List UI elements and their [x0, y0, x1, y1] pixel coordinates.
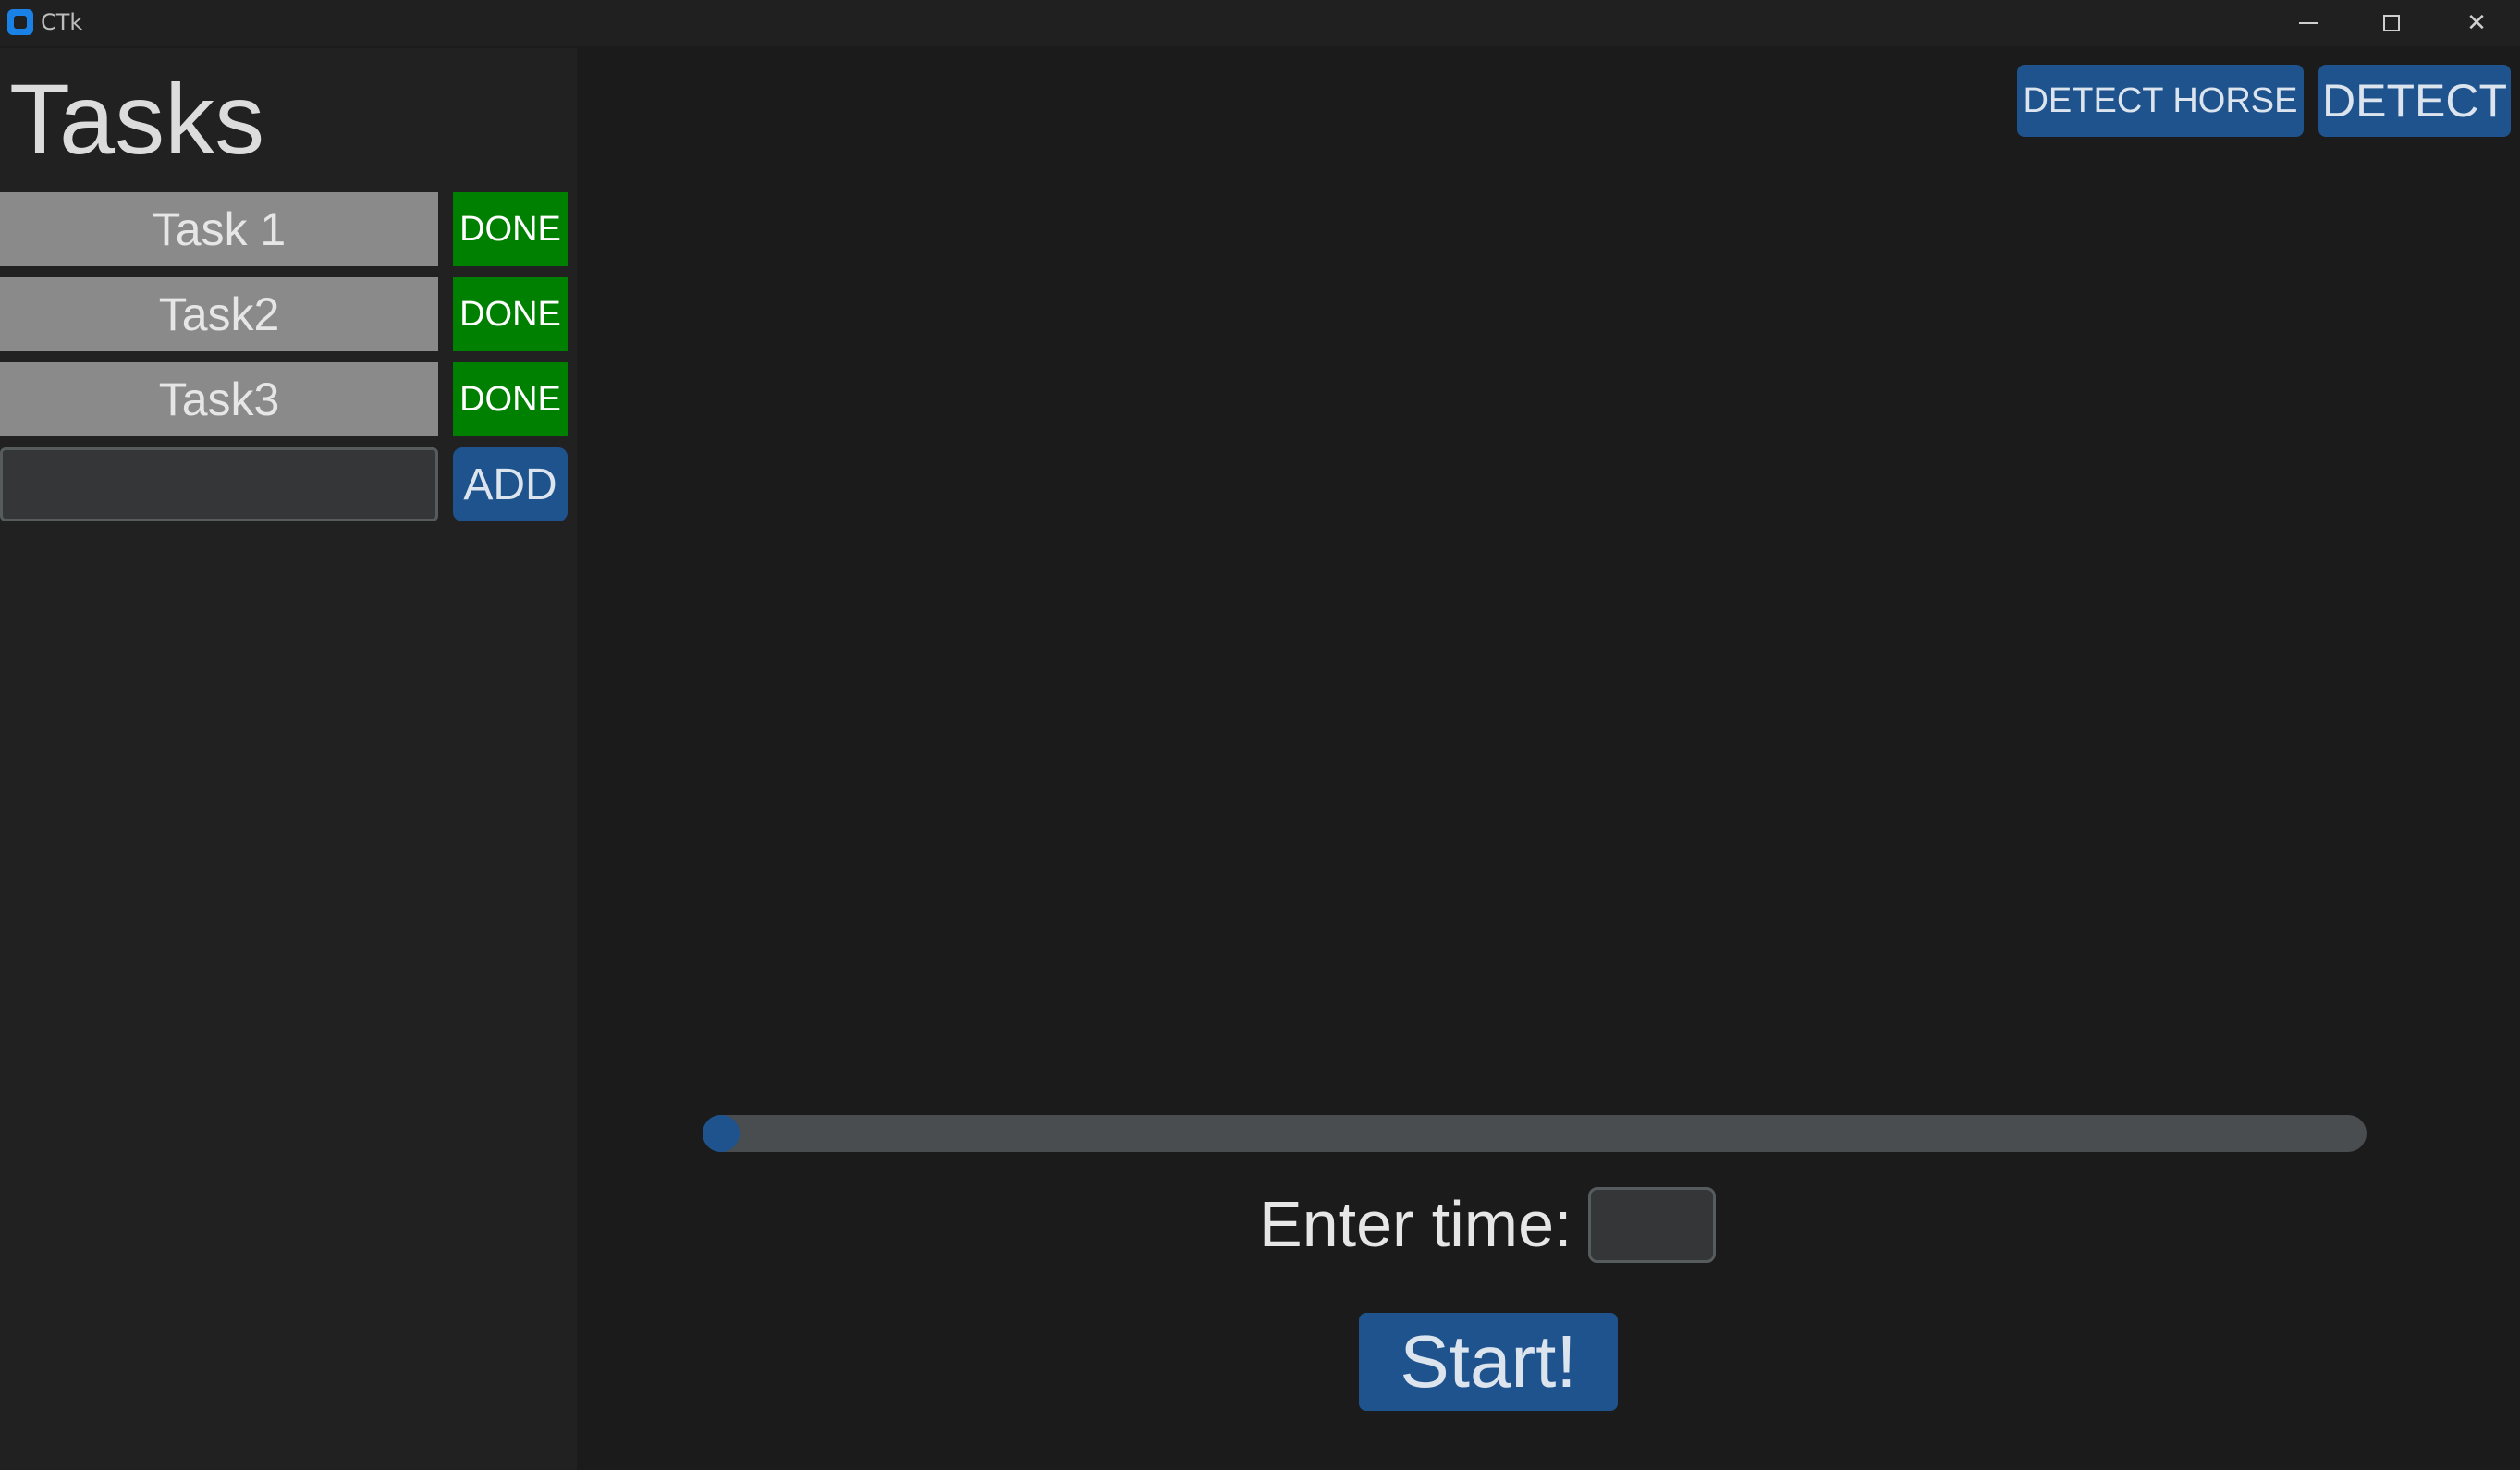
time-label: Enter time: [1259, 1188, 1572, 1260]
app-icon [7, 9, 33, 35]
sidebar-title: Tasks [9, 63, 265, 175]
maximize-button[interactable] [2350, 0, 2433, 46]
done-button[interactable]: DONE [453, 362, 568, 436]
task-label: Task3 [0, 362, 438, 436]
slider-handle[interactable] [703, 1115, 740, 1152]
close-button[interactable]: ✕ [2435, 0, 2518, 46]
new-task-input[interactable] [0, 447, 438, 521]
time-input[interactable] [1588, 1187, 1716, 1263]
task-label: Task 1 [0, 192, 438, 266]
task-label: Task2 [0, 277, 438, 351]
add-task-button[interactable]: ADD [453, 447, 568, 521]
app-window: CTk ✕ Tasks Task 1 DONE Task2 DONE Task3… [0, 0, 2520, 1470]
window-title: CTk [41, 9, 83, 35]
done-button[interactable]: DONE [453, 192, 568, 266]
timer-progress-slider[interactable] [703, 1115, 2367, 1152]
detect-horse-button[interactable]: DETECT HORSE [2017, 65, 2304, 137]
minimize-icon [2299, 22, 2318, 24]
detect-button[interactable]: DETECT [2318, 65, 2511, 137]
done-button[interactable]: DONE [453, 277, 568, 351]
start-button[interactable]: Start! [1359, 1313, 1618, 1411]
title-bar: CTk ✕ [0, 0, 2520, 46]
close-icon: ✕ [2466, 9, 2487, 37]
minimize-button[interactable] [2267, 0, 2350, 46]
maximize-icon [2383, 15, 2400, 31]
